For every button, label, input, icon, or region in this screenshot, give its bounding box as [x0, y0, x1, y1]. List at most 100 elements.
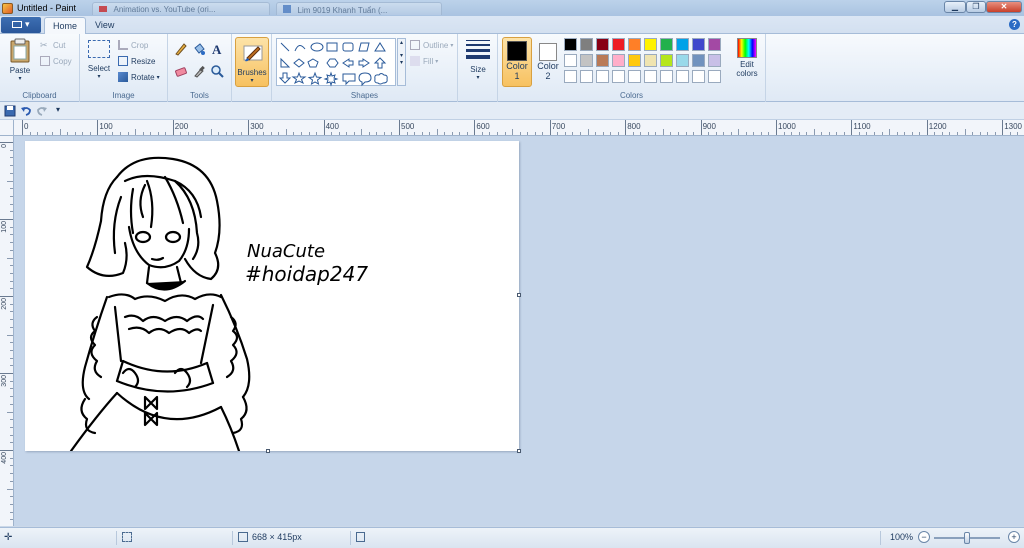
palette-swatch[interactable] [564, 70, 577, 83]
brush-icon [243, 45, 263, 62]
palette-swatch[interactable] [612, 70, 625, 83]
palette-swatch[interactable] [612, 38, 625, 51]
background-window-tab[interactable]: Animation vs. YouTube (ori... [92, 2, 270, 15]
ruler-label: 200 [174, 122, 189, 131]
palette-swatch[interactable] [628, 38, 641, 51]
customize-toolbar-arrow[interactable]: ▾ [56, 105, 60, 114]
palette-swatch[interactable] [628, 54, 641, 67]
palette-swatch[interactable] [692, 70, 705, 83]
palette-swatch[interactable] [676, 54, 689, 67]
palette-swatch[interactable] [660, 70, 673, 83]
pencil-icon[interactable] [174, 42, 188, 56]
ruler-label: 0 [24, 122, 29, 131]
palette-swatch[interactable] [564, 54, 577, 67]
page-icon [283, 5, 291, 13]
color1-label: Color [506, 61, 528, 71]
maximize-button[interactable]: ❐ [966, 1, 986, 13]
magnifier-icon[interactable] [210, 64, 224, 78]
copy-button[interactable]: Copy [40, 56, 72, 66]
palette-swatch[interactable] [596, 54, 609, 67]
palette-swatch[interactable] [660, 54, 673, 67]
shapes-scroll[interactable]: ▴ ▾ ▾ [397, 38, 406, 86]
zoom-level-text: 100% [890, 532, 914, 542]
ruler-tick [625, 120, 627, 135]
resize-handle-right[interactable] [517, 293, 521, 297]
palette-swatch[interactable] [644, 70, 657, 83]
rounded-rectangle-shape-icon [342, 42, 354, 52]
palette-swatch[interactable] [644, 38, 657, 51]
rotate-button[interactable]: Rotate ▾ [118, 72, 160, 82]
redo-icon[interactable] [36, 105, 48, 117]
palette-swatch[interactable] [708, 70, 721, 83]
hexagon-shape-icon [326, 58, 339, 68]
palette-swatch[interactable] [676, 70, 689, 83]
ruler-minor-tick [7, 334, 13, 336]
paste-dropdown-arrow[interactable]: ▾ [4, 75, 36, 82]
palette-swatch[interactable] [596, 70, 609, 83]
resize-handle-corner[interactable] [517, 449, 521, 453]
size-button[interactable]: Size ▾ [462, 40, 494, 81]
background-window-tab[interactable]: Lim 9019 Khanh Tuẩn (... [276, 2, 442, 15]
color-picker-icon[interactable] [192, 64, 206, 78]
palette-swatch[interactable] [708, 38, 721, 51]
palette-swatch[interactable] [580, 70, 593, 83]
palette-swatch[interactable] [644, 54, 657, 67]
paint-menu-button[interactable]: ▾ [1, 17, 41, 33]
ruler-minor-tick [44, 132, 46, 135]
palette-swatch[interactable] [692, 54, 705, 67]
ruler-label: 400 [325, 122, 339, 131]
select-button[interactable]: Select ▾ [84, 40, 114, 80]
palette-swatch[interactable] [628, 70, 641, 83]
ruler-minor-tick [972, 132, 974, 135]
shapes-gallery[interactable] [276, 38, 396, 87]
palette-swatch[interactable] [660, 38, 673, 51]
zoom-out-button[interactable]: − [918, 531, 930, 543]
tab-home[interactable]: Home [44, 17, 87, 35]
line-shape-icon [280, 42, 290, 52]
edit-colors-button[interactable]: Edit colors [732, 38, 762, 78]
brushes-button[interactable]: Brushes ▾ [235, 37, 269, 87]
crop-button[interactable]: Crop [118, 40, 148, 50]
cut-button[interactable]: ✂ Cut [40, 40, 65, 50]
text-tool-icon[interactable]: A [210, 42, 224, 56]
undo-icon[interactable] [20, 105, 32, 117]
drawing-canvas[interactable]: NuaCute #hoidap247 [25, 141, 519, 451]
color2-button[interactable]: Color 2 [534, 37, 562, 87]
resize-handle-bottom[interactable] [266, 449, 270, 453]
ruler-minor-tick [904, 132, 906, 135]
minimize-button[interactable]: ▁ [944, 1, 966, 13]
fill-bucket-icon[interactable] [192, 42, 206, 56]
palette-swatch[interactable] [580, 38, 593, 51]
fill-button[interactable]: Fill ▾ [410, 56, 438, 66]
ruler-minor-tick [10, 188, 13, 190]
select-dropdown-arrow[interactable]: ▾ [84, 73, 114, 80]
tab-view[interactable]: View [87, 17, 122, 35]
palette-swatch[interactable] [692, 38, 705, 51]
close-button[interactable]: ✕ [986, 1, 1022, 13]
paste-button[interactable]: Paste ▾ [4, 38, 36, 82]
palette-swatch[interactable] [596, 38, 609, 51]
eraser-icon[interactable] [174, 64, 188, 78]
paint-app-icon[interactable] [2, 2, 13, 14]
palette-swatch[interactable] [676, 38, 689, 51]
ruler-minor-tick [157, 132, 159, 135]
help-icon[interactable]: ? [1009, 19, 1020, 30]
rotate-dropdown-arrow[interactable]: ▾ [157, 74, 160, 81]
resize-button[interactable]: Resize [118, 56, 155, 66]
color1-button[interactable]: Color 1 [502, 37, 532, 87]
select-icon [88, 40, 110, 58]
ruler-minor-tick [738, 129, 740, 135]
ruler-minor-tick [82, 132, 84, 135]
palette-swatch[interactable] [708, 54, 721, 67]
palette-swatch[interactable] [564, 38, 577, 51]
ruler-minor-tick [451, 132, 453, 135]
outline-button[interactable]: Outline ▾ [410, 40, 453, 50]
ruler-minor-tick [233, 132, 235, 135]
tools-group-label: Tools [190, 91, 209, 100]
zoom-slider-thumb[interactable] [964, 532, 970, 544]
ruler-minor-tick [10, 396, 13, 398]
zoom-in-button[interactable]: + [1008, 531, 1020, 543]
palette-swatch[interactable] [580, 54, 593, 67]
save-icon[interactable] [4, 105, 16, 117]
palette-swatch[interactable] [612, 54, 625, 67]
